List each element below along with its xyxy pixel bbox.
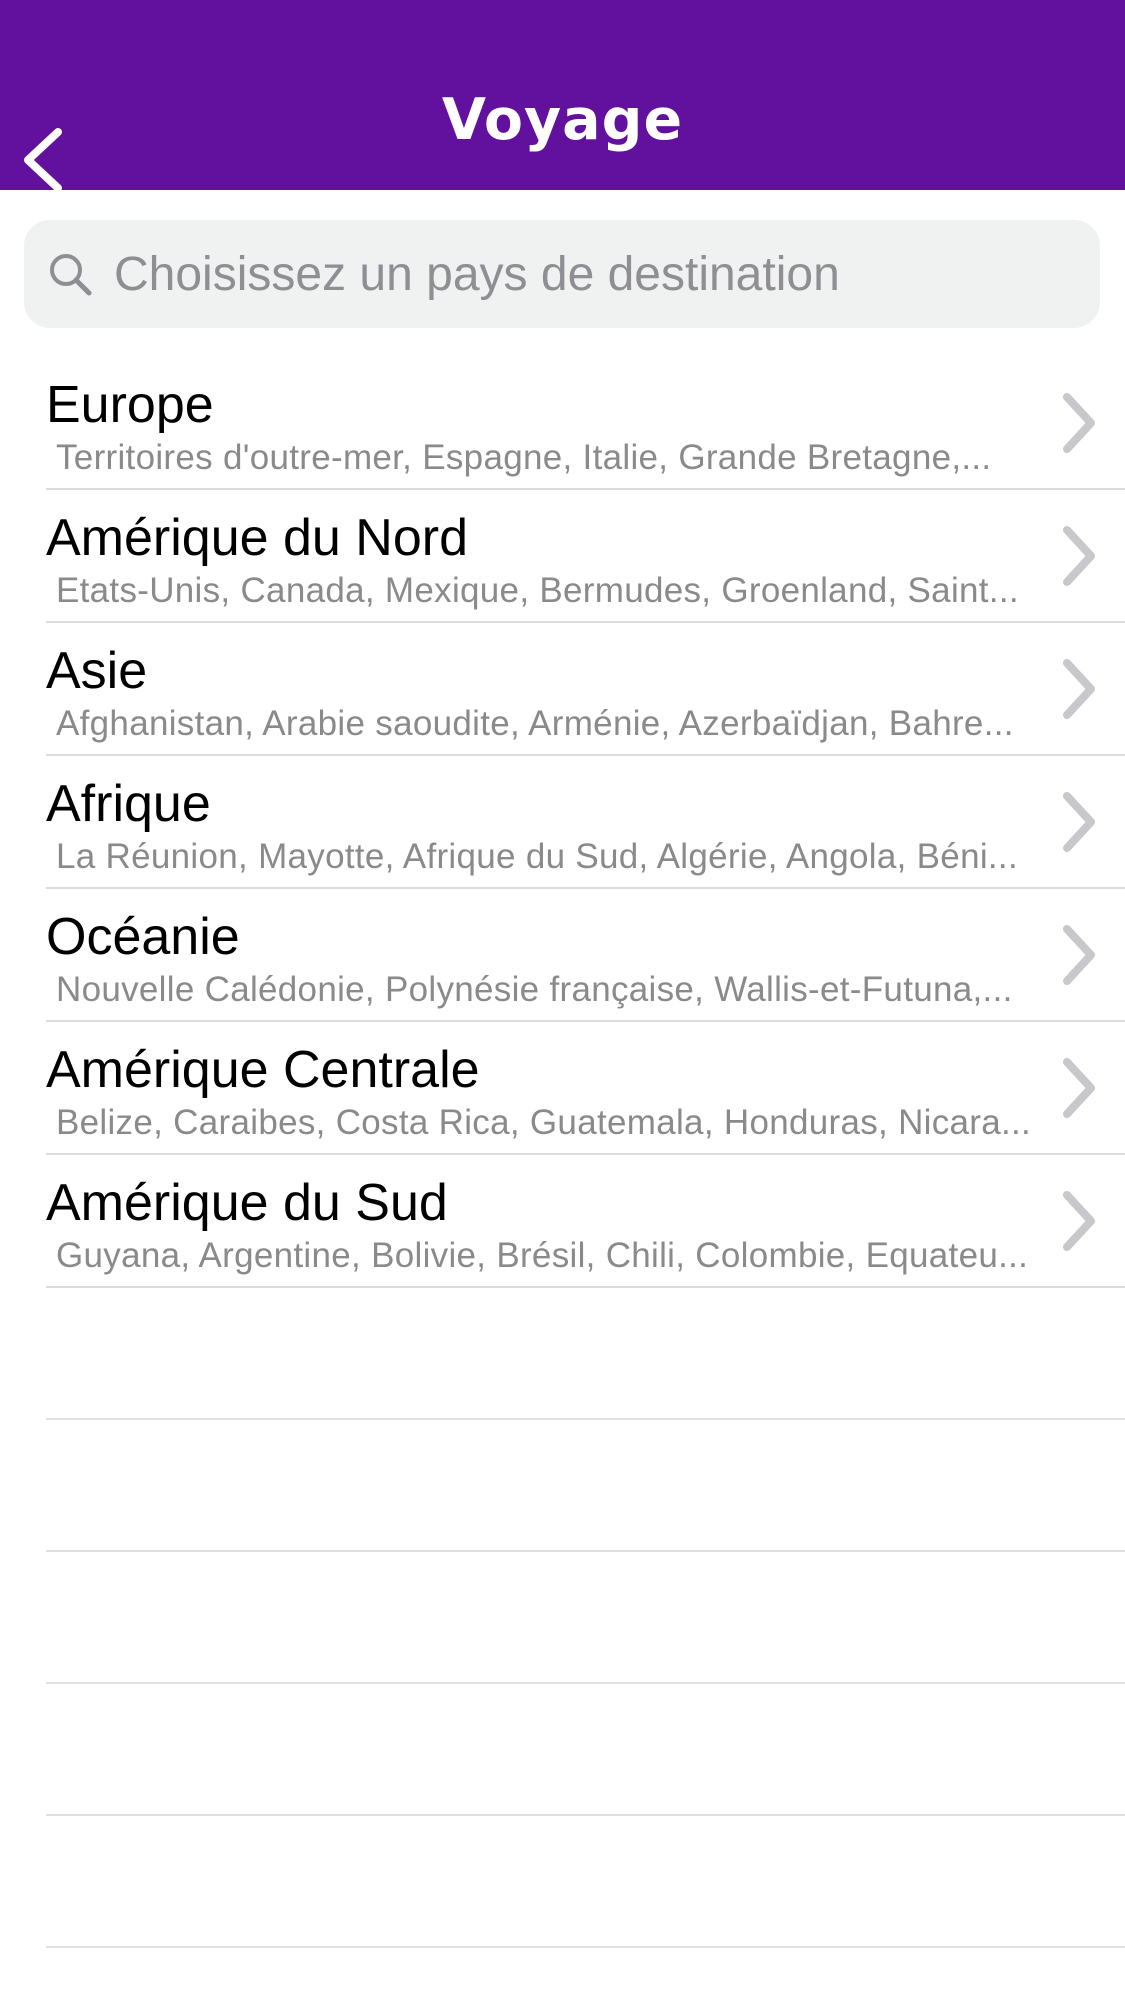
chevron-right-icon bbox=[1063, 659, 1095, 719]
region-countries: Territoires d'outre-mer, Espagne, Italie… bbox=[56, 438, 992, 477]
region-title: Amérique Centrale bbox=[46, 1041, 480, 1099]
search-input[interactable] bbox=[114, 246, 1074, 302]
region-title: Afrique bbox=[46, 775, 211, 833]
region-title: Europe bbox=[46, 376, 214, 434]
region-title: Amérique du Sud bbox=[46, 1174, 448, 1232]
chevron-right-icon bbox=[1063, 526, 1095, 586]
region-countries: Guyana, Argentine, Bolivie, Brésil, Chil… bbox=[56, 1236, 1029, 1275]
chevron-right-icon bbox=[1063, 925, 1095, 985]
region-countries: Belize, Caraibes, Costa Rica, Guatemala,… bbox=[56, 1103, 1032, 1142]
page-title: Voyage bbox=[441, 87, 684, 153]
region-title: Asie bbox=[46, 642, 148, 700]
region-countries: La Réunion, Mayotte, Afrique du Sud, Alg… bbox=[56, 837, 1018, 876]
region-countries: Nouvelle Calédonie, Polynésie française,… bbox=[56, 970, 1013, 1009]
empty-row-divider bbox=[46, 1420, 1125, 1552]
search-bar[interactable] bbox=[24, 220, 1100, 328]
empty-row-divider bbox=[46, 1816, 1125, 1948]
region-title: Océanie bbox=[46, 908, 240, 966]
region-list: Europe Territoires d'outre-mer, Espagne,… bbox=[0, 357, 1125, 1948]
list-item-amerique-centrale[interactable]: Amérique Centrale Belize, Caraibes, Cost… bbox=[46, 1022, 1125, 1155]
list-item-asie[interactable]: Asie Afghanistan, Arabie saoudite, Armén… bbox=[46, 623, 1125, 756]
region-countries: Etats-Unis, Canada, Mexique, Bermudes, G… bbox=[56, 571, 1019, 610]
chevron-right-icon bbox=[1063, 1191, 1095, 1251]
list-item-europe[interactable]: Europe Territoires d'outre-mer, Espagne,… bbox=[46, 357, 1125, 490]
region-countries: Afghanistan, Arabie saoudite, Arménie, A… bbox=[56, 704, 1014, 743]
chevron-right-icon bbox=[1063, 1058, 1095, 1118]
empty-row-divider bbox=[46, 1552, 1125, 1684]
app-screen: Voyage Europe Territoires d'outre-mer, E… bbox=[0, 0, 1125, 1995]
list-item-amerique-du-nord[interactable]: Amérique du Nord Etats-Unis, Canada, Mex… bbox=[46, 490, 1125, 623]
list-item-oceanie[interactable]: Océanie Nouvelle Calédonie, Polynésie fr… bbox=[46, 889, 1125, 1022]
empty-row-divider bbox=[46, 1288, 1125, 1420]
list-item-amerique-du-sud[interactable]: Amérique du Sud Guyana, Argentine, Boliv… bbox=[46, 1155, 1125, 1288]
search-icon bbox=[50, 254, 92, 296]
region-title: Amérique du Nord bbox=[46, 509, 468, 567]
chevron-right-icon bbox=[1063, 393, 1095, 453]
chevron-right-icon bbox=[1063, 792, 1095, 852]
list-item-afrique[interactable]: Afrique La Réunion, Mayotte, Afrique du … bbox=[46, 756, 1125, 889]
nav-bar: Voyage bbox=[0, 0, 1125, 192]
empty-row-divider bbox=[46, 1684, 1125, 1816]
